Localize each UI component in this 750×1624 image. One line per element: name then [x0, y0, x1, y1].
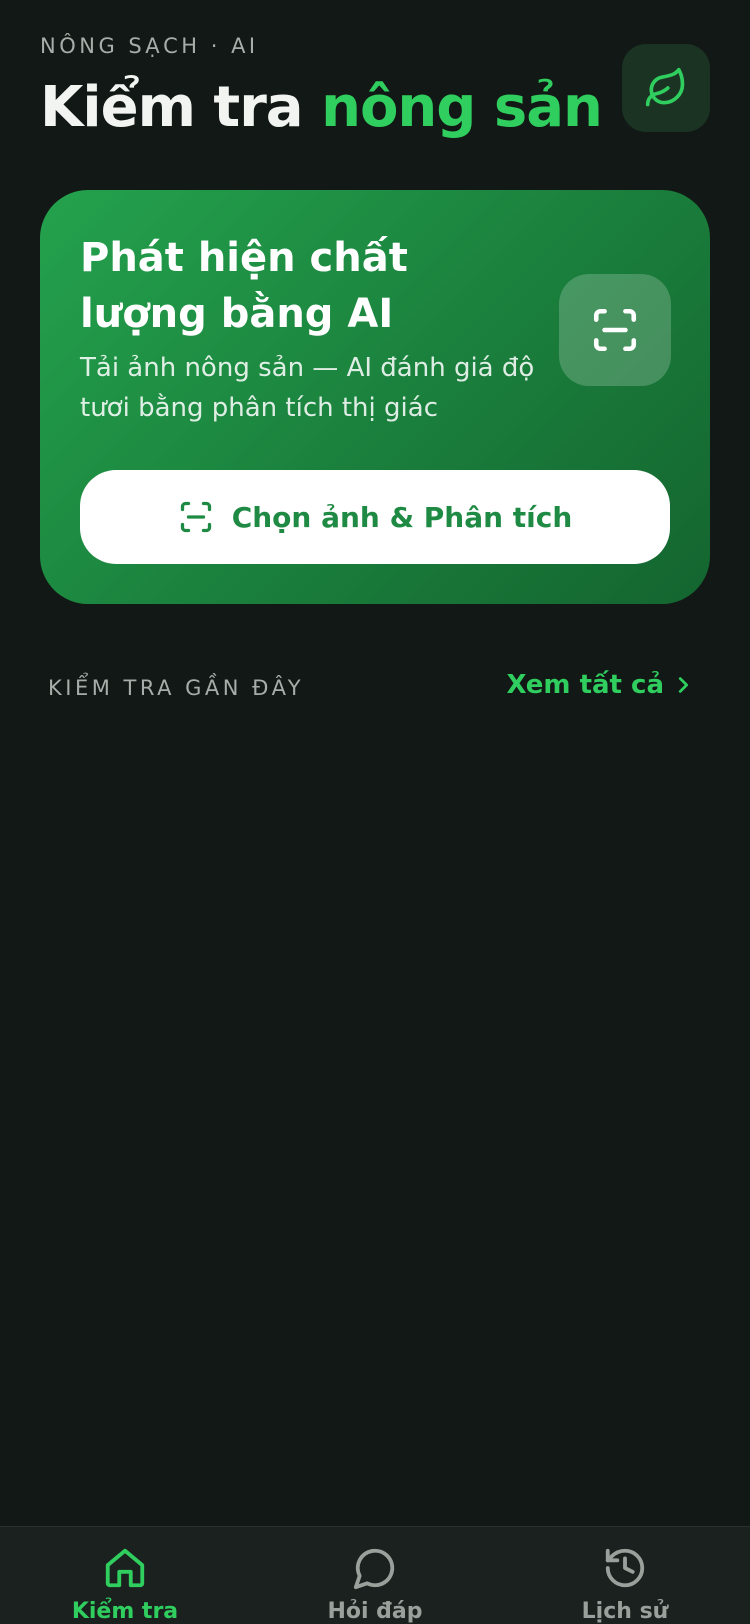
tab-check[interactable]: Kiểm tra — [35, 1545, 215, 1624]
recent-checks-title: KIỂM TRA GẦN ĐÂY — [48, 676, 305, 700]
see-all-label: Xem tất cả — [506, 670, 664, 700]
tab-qa[interactable]: Hỏi đáp — [285, 1545, 465, 1624]
history-icon — [605, 1548, 645, 1588]
scan-icon — [180, 501, 211, 533]
chat-bubble-icon — [353, 1548, 395, 1590]
page-title-accent: nông sản — [321, 75, 603, 140]
leaf-icon — [645, 67, 685, 107]
choose-photo-analyze-button[interactable]: Chọn ảnh & Phân tích — [80, 470, 670, 564]
app-eyebrow: NÔNG SẠCH · AI — [40, 34, 259, 58]
see-all-link[interactable]: Xem tất cả — [506, 670, 694, 700]
leaf-button[interactable] — [622, 44, 710, 132]
page-title-main: Kiểm tra — [40, 75, 322, 140]
hero-title: Phát hiện chất lượng bằng AI — [80, 235, 408, 337]
home-icon — [105, 1548, 145, 1588]
scan-icon — [593, 308, 637, 352]
tab-history-label: Lịch sử — [581, 1599, 669, 1624]
bottom-tab-bar: Kiểm tra Hỏi đáp Lịch sử — [0, 1526, 750, 1624]
tab-check-label: Kiểm tra — [71, 1599, 179, 1624]
hero-card: Phát hiện chất lượng bằng AI Tải ảnh nôn… — [40, 190, 710, 604]
check-screen: NÔNG SẠCH · AI Kiểm tra nông sản Phát hi… — [0, 0, 750, 1624]
choose-photo-analyze-label: Chọn ảnh & Phân tích — [231, 500, 573, 534]
hero-subtitle: Tải ảnh nông sản — AI đánh giá độ tươi b… — [80, 353, 535, 423]
chevron-right-icon — [678, 677, 689, 693]
hero-scan-badge — [559, 274, 671, 386]
page-title: Kiểm tra nông sản — [40, 70, 603, 146]
tab-history[interactable]: Lịch sử — [535, 1545, 715, 1624]
tab-qa-label: Hỏi đáp — [327, 1599, 423, 1624]
